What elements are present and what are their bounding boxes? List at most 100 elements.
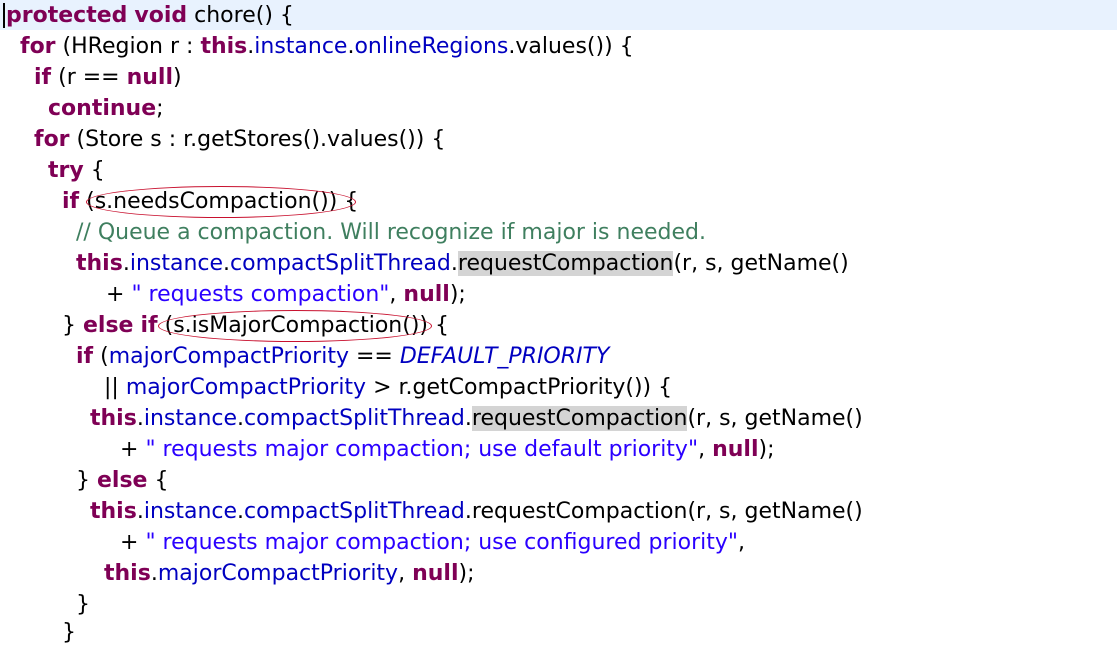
code-line-13: || majorCompactPriority > r.getCompactPr… [104, 372, 672, 403]
code-text: chore() { [194, 3, 294, 28]
code-comment: // Queue a compaction. Will recognize if… [76, 220, 706, 245]
code-text: { [147, 468, 169, 493]
code-text: } [62, 620, 76, 645]
code-text: .values()) { [508, 34, 634, 59]
code-text: || [104, 375, 126, 400]
code-text: . [136, 406, 144, 431]
keyword: for [34, 127, 70, 152]
code-text: , [389, 282, 404, 307]
field-ref: compactSplitThread [230, 251, 451, 276]
keyword: if [34, 65, 52, 90]
code-text: > r.getCompactPriority()) { [366, 375, 673, 400]
code-text: ; [156, 96, 164, 121]
code-text: (Store s : r.getStores().values()) { [76, 127, 446, 152]
code-text: (s.isMajorCompaction()) { [164, 313, 449, 338]
field-ref: majorCompactPriority [157, 561, 399, 586]
code-text: . [237, 406, 245, 431]
keyword: protected [6, 3, 128, 28]
code-text: . [136, 499, 144, 524]
code-text: (r, s, getName() [673, 251, 849, 276]
code-text: . [237, 499, 245, 524]
code-text: (r, s, getName() [687, 406, 863, 431]
code-line-2: for (HRegion r : this.instance.onlineReg… [20, 31, 634, 62]
code-line-5: for (Store s : r.getStores().values()) { [34, 124, 445, 155]
code-text: ); [758, 437, 775, 462]
code-line-1: protected void chore() { [6, 0, 294, 31]
code-text: .requestCompaction(r, s, getName() [464, 499, 863, 524]
code-line-19: this.majorCompactPriority, null); [104, 558, 474, 589]
field-ref: instance [143, 499, 238, 524]
static-constant: DEFAULT_PRIORITY [399, 344, 610, 369]
code-line-21: } [62, 617, 76, 648]
code-line-18: + " requests major compaction; use confi… [120, 527, 745, 558]
code-line-17: this.instance.compactSplitThread.request… [90, 496, 863, 527]
code-text: ( [100, 344, 109, 369]
field-ref: instance [129, 251, 224, 276]
string-literal: " requests major compaction; use configu… [145, 530, 738, 555]
code-line-14: this.instance.compactSplitThread.request… [90, 403, 863, 434]
code-line-7: if (s.needsCompaction()) { [62, 186, 358, 217]
code-line-12: if (majorCompactPriority == DEFAULT_PRIO… [76, 341, 609, 372]
keyword: this [104, 561, 151, 586]
code-text: , [698, 437, 713, 462]
field-ref: majorCompactPriority [108, 344, 349, 369]
keyword: void [134, 3, 188, 28]
code-text: . [223, 251, 231, 276]
code-text: } [76, 592, 90, 617]
code-text: } [76, 468, 97, 493]
code-line-15: + " requests major compaction; use defau… [120, 434, 774, 465]
code-line-8: // Queue a compaction. Will recognize if… [76, 217, 706, 248]
code-text: (s.needsCompaction()) { [86, 189, 359, 214]
code-line-4: continue; [48, 93, 164, 124]
code-text: ) [173, 65, 182, 90]
keyword: this [76, 251, 123, 276]
code-editor[interactable]: protected void chore() { for (HRegion r … [0, 0, 1117, 645]
code-text: { [90, 158, 105, 183]
keyword: if [140, 313, 158, 338]
keyword: continue [48, 96, 157, 121]
code-line-20: } [76, 589, 90, 620]
occurrence-highlight: requestCompaction [457, 251, 674, 276]
keyword: try [48, 158, 84, 183]
occurrence-highlight: requestCompaction [471, 406, 688, 431]
text-cursor [3, 3, 5, 28]
string-literal: " requests compaction" [131, 282, 390, 307]
field-ref: instance [143, 406, 238, 431]
keyword: if [62, 189, 80, 214]
keyword: for [20, 34, 56, 59]
keyword: else [97, 468, 148, 493]
keyword: null [403, 282, 450, 307]
code-text: , [738, 530, 745, 555]
field-ref: instance [254, 34, 348, 59]
keyword: null [412, 561, 459, 586]
field-ref: majorCompactPriority [125, 375, 367, 400]
code-line-9: this.instance.compactSplitThread.request… [76, 248, 849, 279]
string-literal: " requests major compaction; use default… [145, 437, 699, 462]
field-ref: onlineRegions [354, 34, 509, 59]
code-text: + [120, 437, 146, 462]
code-text: , [398, 561, 413, 586]
keyword: null [126, 65, 174, 90]
code-text: . [150, 561, 158, 586]
code-text: . [122, 251, 130, 276]
keyword: this [90, 499, 137, 524]
code-text: + [120, 530, 146, 555]
code-line-10: + " requests compaction", null); [106, 279, 466, 310]
code-line-11: } else if (s.isMajorCompaction()) { [62, 310, 449, 341]
code-text: . [450, 251, 458, 276]
keyword: this [90, 406, 137, 431]
keyword: if [76, 344, 94, 369]
code-text: . [464, 406, 472, 431]
code-line-3: if (r == null) [34, 62, 182, 93]
code-line-16: } else { [76, 465, 168, 496]
code-text: (HRegion r : [62, 34, 201, 59]
code-text: == [348, 344, 400, 369]
code-text: (r == [58, 65, 127, 90]
code-text: ); [458, 561, 475, 586]
keyword: else [83, 313, 134, 338]
code-line-6: try { [48, 155, 105, 186]
code-text: + [106, 282, 132, 307]
code-text: } [62, 313, 83, 338]
field-ref: compactSplitThread [244, 499, 465, 524]
field-ref: compactSplitThread [244, 406, 465, 431]
